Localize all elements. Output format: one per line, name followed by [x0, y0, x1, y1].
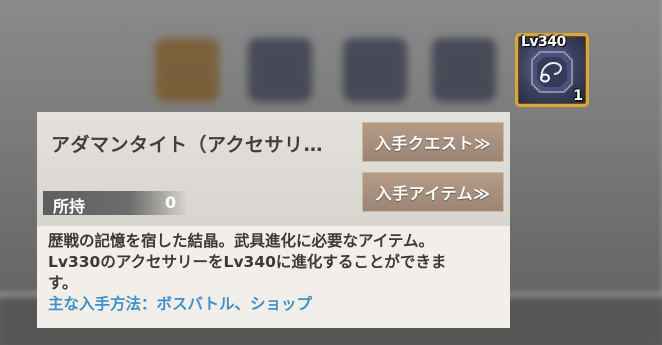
- background-slot: [155, 38, 219, 102]
- owned-row: 所持 0: [43, 191, 188, 216]
- gem-necklace-icon: [531, 51, 573, 93]
- description-line: す。: [48, 274, 78, 292]
- description-line: 歴戦の記憶を宿した結晶。武具進化に必要なアイテム。: [48, 232, 434, 250]
- owned-label: 所持: [53, 197, 86, 216]
- description-line: Lv330のアクセサリーをLv340に進化することができま: [48, 253, 447, 271]
- tooltip-header: アダマンタイト（アクセサリ… 所持 0 入手クエスト≫ 入手アイテム≫: [37, 112, 510, 226]
- item-count: 1: [573, 88, 583, 104]
- item-tooltip: アダマンタイト（アクセサリ… 所持 0 入手クエスト≫ 入手アイテム≫ 歴戦の記…: [37, 112, 510, 328]
- background-slot: [343, 38, 407, 102]
- obtain-item-button[interactable]: 入手アイテム≫: [362, 172, 504, 212]
- level-tag: Lv340: [521, 34, 566, 50]
- obtain-method: 主な入手方法：ボスバトル、ショップ: [48, 295, 312, 313]
- owned-value: 0: [165, 193, 177, 212]
- background-slot: [248, 38, 312, 102]
- background-slot: [432, 38, 496, 102]
- item-description: 歴戦の記憶を宿した結晶。武具進化に必要なアイテム。 Lv330のアクセサリーをL…: [48, 231, 503, 315]
- item-slot[interactable]: Lv340 1: [515, 33, 589, 107]
- obtain-quest-button[interactable]: 入手クエスト≫: [362, 122, 504, 162]
- item-name: アダマンタイト（アクセサリ…: [51, 134, 324, 156]
